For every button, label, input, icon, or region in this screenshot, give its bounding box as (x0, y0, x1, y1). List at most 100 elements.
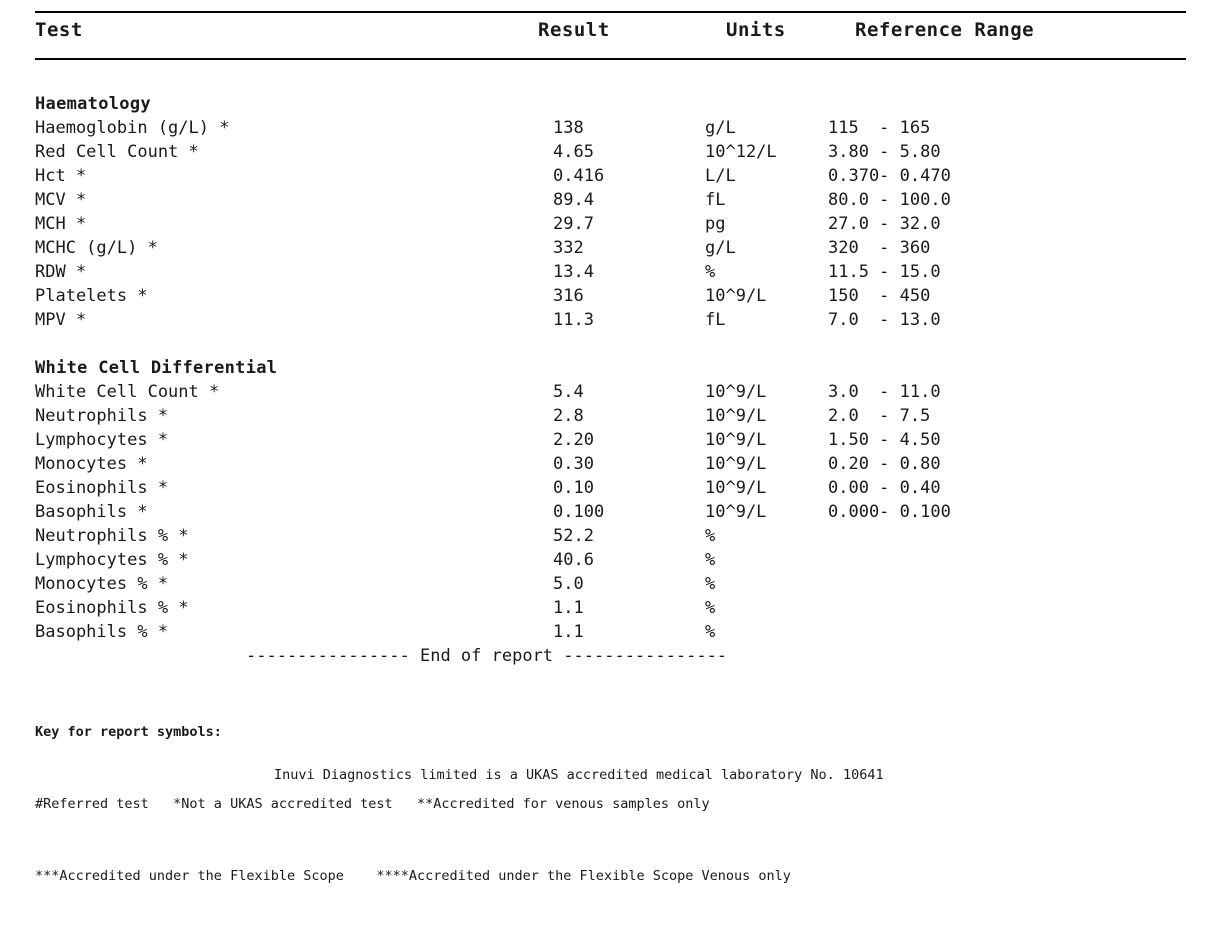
result-test-name: Monocytes * (35, 454, 148, 474)
result-units: 10^9/L (705, 382, 767, 402)
result-units: g/L (705, 238, 736, 258)
result-units: 10^9/L (705, 430, 767, 450)
result-value: 332 (553, 238, 584, 258)
result-value: 2.8 (553, 406, 584, 426)
result-reference-range: 3.80 - 5.80 (828, 142, 941, 162)
results-table: Haematology Haemoglobin (g/L) * 138 g/L 115 … (0, 92, 1224, 644)
result-reference-range: 1.50 - 4.50 (828, 430, 941, 450)
table-row: Eosinophils * 0.10 10^9/L 0.00 - 0.40 (0, 476, 1224, 500)
table-row: Lymphocytes % * 40.6% (0, 548, 1224, 572)
table-row: MPV * 11.3 fL 7.0 - 13.0 (0, 308, 1224, 332)
table-row: MCH * 29.7 pg 27.0 - 32.0 (0, 212, 1224, 236)
result-value: 5.4 (553, 382, 584, 402)
result-value: 2.20 (553, 430, 594, 450)
result-test-name: Lymphocytes * (35, 430, 169, 450)
result-units: 10^9/L (705, 286, 767, 306)
column-header-units: Units (726, 19, 786, 41)
result-value: 0.416 (553, 166, 605, 186)
result-test-name: Basophils % * (35, 622, 169, 642)
section-title: Haematology (35, 94, 151, 114)
result-test-name: Eosinophils % * (35, 598, 189, 618)
key-title: Key for report symbols: (35, 724, 222, 740)
result-test-name: White Cell Count * (35, 382, 220, 402)
table-row: Lymphocytes * 2.20 10^9/L 1.50 - 4.50 (0, 428, 1224, 452)
result-test-name: Platelets * (35, 286, 148, 306)
header-top-rule (35, 11, 1186, 13)
table-row: Red Cell Count * 4.65 10^12/L 3.80 - 5.80 (0, 140, 1224, 164)
result-units: 10^9/L (705, 478, 767, 498)
result-test-name: RDW * (35, 262, 87, 282)
table-row: Monocytes * 0.30 10^9/L 0.20 - 0.80 (0, 452, 1224, 476)
result-test-name: Neutrophils % * (35, 526, 189, 546)
table-row: Platelets * 316 10^9/L 150 - 450 (0, 284, 1224, 308)
result-value: 0.30 (553, 454, 594, 474)
result-value: 5.0 (553, 574, 584, 594)
result-value: 13.4 (553, 262, 594, 282)
result-value: 138 (553, 118, 584, 138)
result-reference-range: 0.000- 0.100 (828, 502, 951, 522)
result-value: 0.100 (553, 502, 605, 522)
result-reference-range: 80.0 - 100.0 (828, 190, 951, 210)
key-line-2: ***Accredited under the Flexible Scope *… (35, 868, 791, 884)
result-value: 4.65 (553, 142, 594, 162)
result-test-name: Eosinophils * (35, 478, 169, 498)
result-test-name: MCHC (g/L) * (35, 238, 158, 258)
result-reference-range: 2.0 - 7.5 (828, 406, 931, 426)
result-test-name: Monocytes % * (35, 574, 169, 594)
result-units: % (705, 598, 716, 618)
result-test-name: Basophils * (35, 502, 148, 522)
table-row: RDW * 13.4% 11.5 - 15.0 (0, 260, 1224, 284)
result-value: 89.4 (553, 190, 594, 210)
result-test-name: Neutrophils * (35, 406, 169, 426)
table-row: Neutrophils * 2.8 10^9/L 2.0 - 7.5 (0, 404, 1224, 428)
result-units: fL (705, 310, 726, 330)
result-value: 316 (553, 286, 584, 306)
table-row: Basophils % * 1.1% (0, 620, 1224, 644)
result-reference-range: 0.370- 0.470 (828, 166, 951, 186)
result-units: L/L (705, 166, 736, 186)
result-value: 1.1 (553, 598, 584, 618)
result-units: g/L (705, 118, 736, 138)
end-of-report-line: ---------------- End of report ---------… (246, 646, 728, 666)
result-reference-range: 320 - 360 (828, 238, 931, 258)
result-units: fL (705, 190, 726, 210)
result-reference-range: 0.00 - 0.40 (828, 478, 941, 498)
table-row: Basophils * 0.100 10^9/L 0.000- 0.100 (0, 500, 1224, 524)
column-header-result: Result (538, 19, 610, 41)
report-symbol-key: Key for report symbols: #Referred test *… (35, 694, 1185, 936)
table-row: Hct * 0.416 L/L 0.370- 0.470 (0, 164, 1224, 188)
result-units: % (705, 262, 716, 282)
column-header-reference-range: Reference Range (855, 19, 1035, 41)
result-value: 40.6 (553, 550, 594, 570)
result-value: 11.3 (553, 310, 594, 330)
result-reference-range: 115 - 165 (828, 118, 931, 138)
result-value: 52.2 (553, 526, 594, 546)
result-value: 29.7 (553, 214, 594, 234)
table-header-row: Test Result Units Reference Range (0, 19, 1224, 45)
result-reference-range: 0.20 - 0.80 (828, 454, 941, 474)
table-row: MCV * 89.4 fL 80.0 - 100.0 (0, 188, 1224, 212)
result-units: % (705, 574, 716, 594)
result-reference-range: 7.0 - 13.0 (828, 310, 941, 330)
table-row: White Cell Count * 5.4 10^9/L 3.0 - 11.0 (0, 380, 1224, 404)
result-test-name: Red Cell Count * (35, 142, 199, 162)
table-row: Haemoglobin (g/L) * 138 g/L 115 - 165 (0, 116, 1224, 140)
result-units: 10^9/L (705, 502, 767, 522)
result-reference-range: 11.5 - 15.0 (828, 262, 941, 282)
result-units: 10^12/L (705, 142, 777, 162)
result-reference-range: 3.0 - 11.0 (828, 382, 941, 402)
result-reference-range: 27.0 - 32.0 (828, 214, 941, 234)
result-units: % (705, 550, 716, 570)
result-value: 0.10 (553, 478, 594, 498)
result-units: 10^9/L (705, 406, 767, 426)
result-test-name: MCV * (35, 190, 87, 210)
table-row: Eosinophils % * 1.1% (0, 596, 1224, 620)
table-row: Monocytes % * 5.0% (0, 572, 1224, 596)
table-row: MCHC (g/L) * 332 g/L 320 - 360 (0, 236, 1224, 260)
section-header: White Cell Differential (0, 356, 1224, 380)
section-header: Haematology (0, 92, 1224, 116)
result-test-name: Haemoglobin (g/L) * (35, 118, 230, 138)
accreditation-statement: Inuvi Diagnostics limited is a UKAS accr… (274, 767, 884, 783)
lab-report-page: Test Result Units Reference Range Haemat… (0, 0, 1224, 884)
result-test-name: MCH * (35, 214, 87, 234)
